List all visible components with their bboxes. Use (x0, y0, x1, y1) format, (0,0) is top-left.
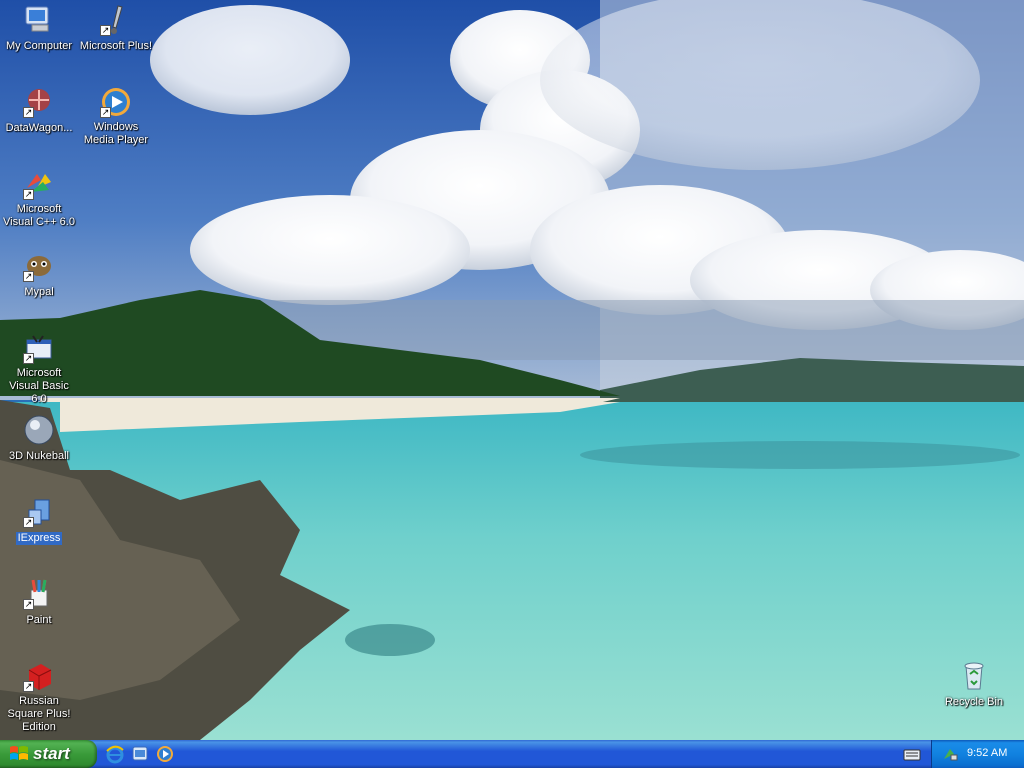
shortcut-arrow-icon: ↗ (100, 25, 111, 36)
desktop-icon-label: Microsoft Visual C++ 6.0 (3, 203, 75, 228)
quick-launch-bar (105, 744, 175, 764)
desktop-icon-mypal[interactable]: ↗ Mypal (0, 250, 78, 300)
desktop-icon-iexpress[interactable]: ↗ IExpress (0, 496, 78, 546)
show-desktop-icon[interactable] (130, 744, 150, 764)
desktop-icon-visual-basic[interactable]: ↗ Microsoft Visual Basic 6.0 (0, 332, 78, 407)
keyboard-layout-icon[interactable] (902, 745, 922, 763)
desktop-icon-label: Microsoft Plus! (79, 40, 153, 52)
media-player-quicklaunch-icon[interactable] (155, 744, 175, 764)
desktop-icon-label: Mypal (24, 286, 54, 298)
russian-square-icon: ↗ (23, 660, 55, 692)
desktop-icon-label: IExpress (15, 532, 63, 545)
desktop-icon-paint[interactable]: ↗ Paint (0, 578, 78, 628)
desktop-icon-windows-media-player[interactable]: ↗ Windows Media Player (77, 86, 155, 148)
desktop-icon-datawagon[interactable]: ↗ DataWagon... (0, 86, 78, 136)
desktop-icon-label: Windows Media Player (83, 121, 149, 146)
desktop-icon-label: My Computer (5, 40, 73, 52)
safely-remove-hardware-icon[interactable] (941, 745, 959, 763)
desktop-icon-visual-cpp[interactable]: ↗ Microsoft Visual C++ 6.0 (0, 168, 78, 230)
microsoft-plus-icon: ↗ (100, 4, 132, 36)
desktop-icon-label: DataWagon... (5, 122, 73, 134)
desktop-icon-my-computer[interactable]: My Computer (0, 4, 78, 54)
desktop-icon-label: Paint (26, 614, 52, 626)
shortcut-arrow-icon: ↗ (23, 271, 34, 282)
desktop-icon-label: Recycle Bin (944, 696, 1004, 708)
mypal-icon: ↗ (23, 250, 55, 282)
desktop-icon-recycle-bin[interactable]: Recycle Bin (935, 660, 1013, 710)
desktop-icon-microsoft-plus[interactable]: ↗ Microsoft Plus! (77, 4, 155, 54)
shortcut-arrow-icon: ↗ (23, 189, 34, 200)
computer-icon (23, 4, 55, 36)
recycle-bin-icon (958, 660, 990, 692)
nukeball-icon (23, 414, 55, 446)
taskbar: start 9:52 AM (0, 740, 1024, 768)
start-label: start (33, 744, 70, 763)
desktop-icon-3d-nukeball[interactable]: 3D Nukeball (0, 414, 78, 464)
internet-explorer-icon[interactable] (105, 744, 125, 764)
shortcut-arrow-icon: ↗ (23, 517, 34, 528)
iexpress-icon: ↗ (23, 496, 55, 528)
shortcut-arrow-icon: ↗ (23, 681, 34, 692)
datawagon-icon: ↗ (23, 86, 55, 118)
start-button[interactable]: start (0, 740, 97, 768)
paint-icon: ↗ (23, 578, 55, 610)
system-tray: 9:52 AM (931, 740, 1024, 768)
shortcut-arrow-icon: ↗ (23, 353, 34, 364)
media-player-icon: ↗ (100, 86, 132, 118)
shortcut-arrow-icon: ↗ (100, 107, 111, 118)
visual-cpp-icon: ↗ (23, 168, 55, 200)
windows-flag-icon (10, 746, 28, 760)
shortcut-arrow-icon: ↗ (23, 599, 34, 610)
visual-basic-icon: ↗ (23, 332, 55, 364)
desktop-icon-label: 3D Nukeball (9, 450, 69, 462)
desktop-icon-russian-square[interactable]: ↗ Russian Square Plus! Edition (0, 660, 78, 735)
desktop-icon-label: Russian Square Plus! Edition (7, 695, 71, 733)
desktop-icon-label: Microsoft Visual Basic 6.0 (9, 367, 69, 405)
shortcut-arrow-icon: ↗ (23, 107, 34, 118)
clock[interactable]: 9:52 AM (967, 747, 1007, 759)
